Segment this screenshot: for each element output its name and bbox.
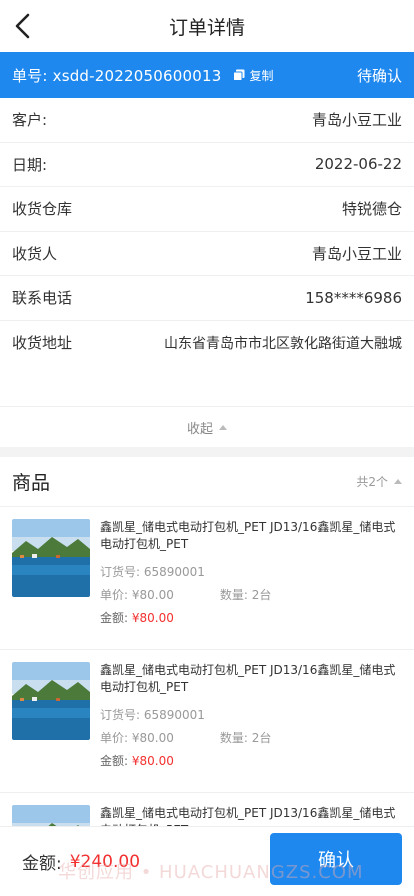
info-row-receiver: 收货人 青岛小豆工业 — [0, 232, 414, 276]
confirm-button[interactable]: 确认 — [270, 833, 402, 885]
product-amount-label: 金额: — [100, 611, 129, 625]
info-label: 收货仓库 — [12, 200, 73, 219]
caret-up-icon — [219, 424, 227, 430]
product-thumbnail — [12, 662, 90, 740]
info-label: 联系电话 — [12, 289, 73, 308]
order-info: 客户: 青岛小豆工业 日期: 2022-06-22 收货仓库 特锐德仓 收货人 … — [0, 98, 414, 407]
product-info: 鑫凯星_储电式电动打包机_PET JD13/16鑫凯星_储电式电动打包机_PET… — [100, 662, 402, 792]
order-number: 单号: xsdd-2022050600013 — [12, 66, 222, 85]
copy-icon — [233, 69, 245, 81]
copy-label: 复制 — [249, 68, 274, 83]
order-bar: 单号: xsdd-2022050600013 复制 待确认 — [0, 52, 414, 98]
section-divider — [0, 447, 414, 457]
info-row-customer: 客户: 青岛小豆工业 — [0, 98, 414, 143]
bottom-bar: 金额: ¥240.00 确认 — [0, 826, 414, 896]
info-value: 山东省青岛市市北区敦化路街道大融城 — [164, 335, 402, 352]
info-value: 特锐德仓 — [341, 200, 402, 219]
info-spacer — [0, 365, 414, 407]
product-amount-row: 金额: ¥80.00 — [100, 754, 402, 768]
total-amount: ¥240.00 — [69, 851, 141, 872]
product-item[interactable]: 鑫凯星_储电式电动打包机_PET JD13/16鑫凯星_储电式电动打包机_PET… — [0, 507, 414, 650]
goods-title: 商品 — [12, 472, 51, 494]
info-label: 收货地址 — [12, 334, 73, 353]
product-qty: 数量: 2台 — [219, 588, 272, 602]
product-sku: 订货号: 65890001 — [100, 708, 205, 722]
copy-button[interactable]: 复制 — [233, 67, 273, 84]
product-item[interactable]: 鑫凯星_储电式电动打包机_PET JD13/16鑫凯星_储电式电动打包机_PET… — [0, 650, 414, 793]
info-row-date: 日期: 2022-06-22 — [0, 143, 414, 187]
goods-count: 共2个 — [356, 475, 388, 489]
info-value: 青岛小豆工业 — [311, 244, 402, 263]
goods-count-toggle[interactable]: 共2个 — [356, 473, 402, 490]
goods-header: 商品 共2个 — [0, 457, 414, 507]
product-qty: 数量: 2台 — [219, 731, 272, 745]
info-row-warehouse: 收货仓库 特锐德仓 — [0, 187, 414, 232]
info-row-address: 收货地址 山东省青岛市市北区敦化路街道大融城 — [0, 321, 414, 366]
total-amount-label: 金额: — [22, 854, 62, 874]
product-amount: ¥80.00 — [131, 754, 174, 768]
collapse-label: 收起 — [186, 421, 213, 437]
order-status: 待确认 — [356, 66, 402, 85]
product-name: 鑫凯星_储电式电动打包机_PET JD13/16鑫凯星_储电式电动打包机_PET — [100, 520, 396, 551]
product-price: 单价: ¥80.00 — [100, 588, 174, 602]
product-amount: ¥80.00 — [131, 611, 174, 625]
info-label: 日期: — [12, 155, 48, 174]
product-price-row: 单价: ¥80.00 数量: 2台 — [100, 731, 402, 745]
page-title: 订单详情 — [168, 16, 245, 39]
product-sku: 订货号: 65890001 — [100, 565, 205, 579]
info-label: 客户: — [12, 111, 48, 130]
product-name: 鑫凯星_储电式电动打包机_PET JD13/16鑫凯星_储电式电动打包机_PET — [100, 663, 396, 694]
info-value: 158****6986 — [305, 288, 402, 307]
collapse-toggle[interactable]: 收起 — [0, 407, 414, 447]
info-value: 2022-06-22 — [314, 155, 402, 174]
product-amount-label: 金额: — [100, 754, 129, 768]
nav-bar: 订单详情 — [0, 0, 414, 52]
info-label: 收货人 — [12, 244, 58, 263]
product-info: 鑫凯星_储电式电动打包机_PET JD13/16鑫凯星_储电式电动打包机_PET… — [100, 519, 402, 649]
product-thumbnail — [12, 519, 90, 597]
back-arrow-icon[interactable] — [10, 12, 38, 40]
product-price: 单价: ¥80.00 — [100, 731, 174, 745]
product-price-row: 单价: ¥80.00 数量: 2台 — [100, 588, 402, 602]
product-amount-row: 金额: ¥80.00 — [100, 611, 402, 625]
info-row-phone: 联系电话 158****6986 — [0, 276, 414, 321]
caret-up-icon — [394, 479, 402, 484]
info-value: 青岛小豆工业 — [311, 111, 402, 130]
